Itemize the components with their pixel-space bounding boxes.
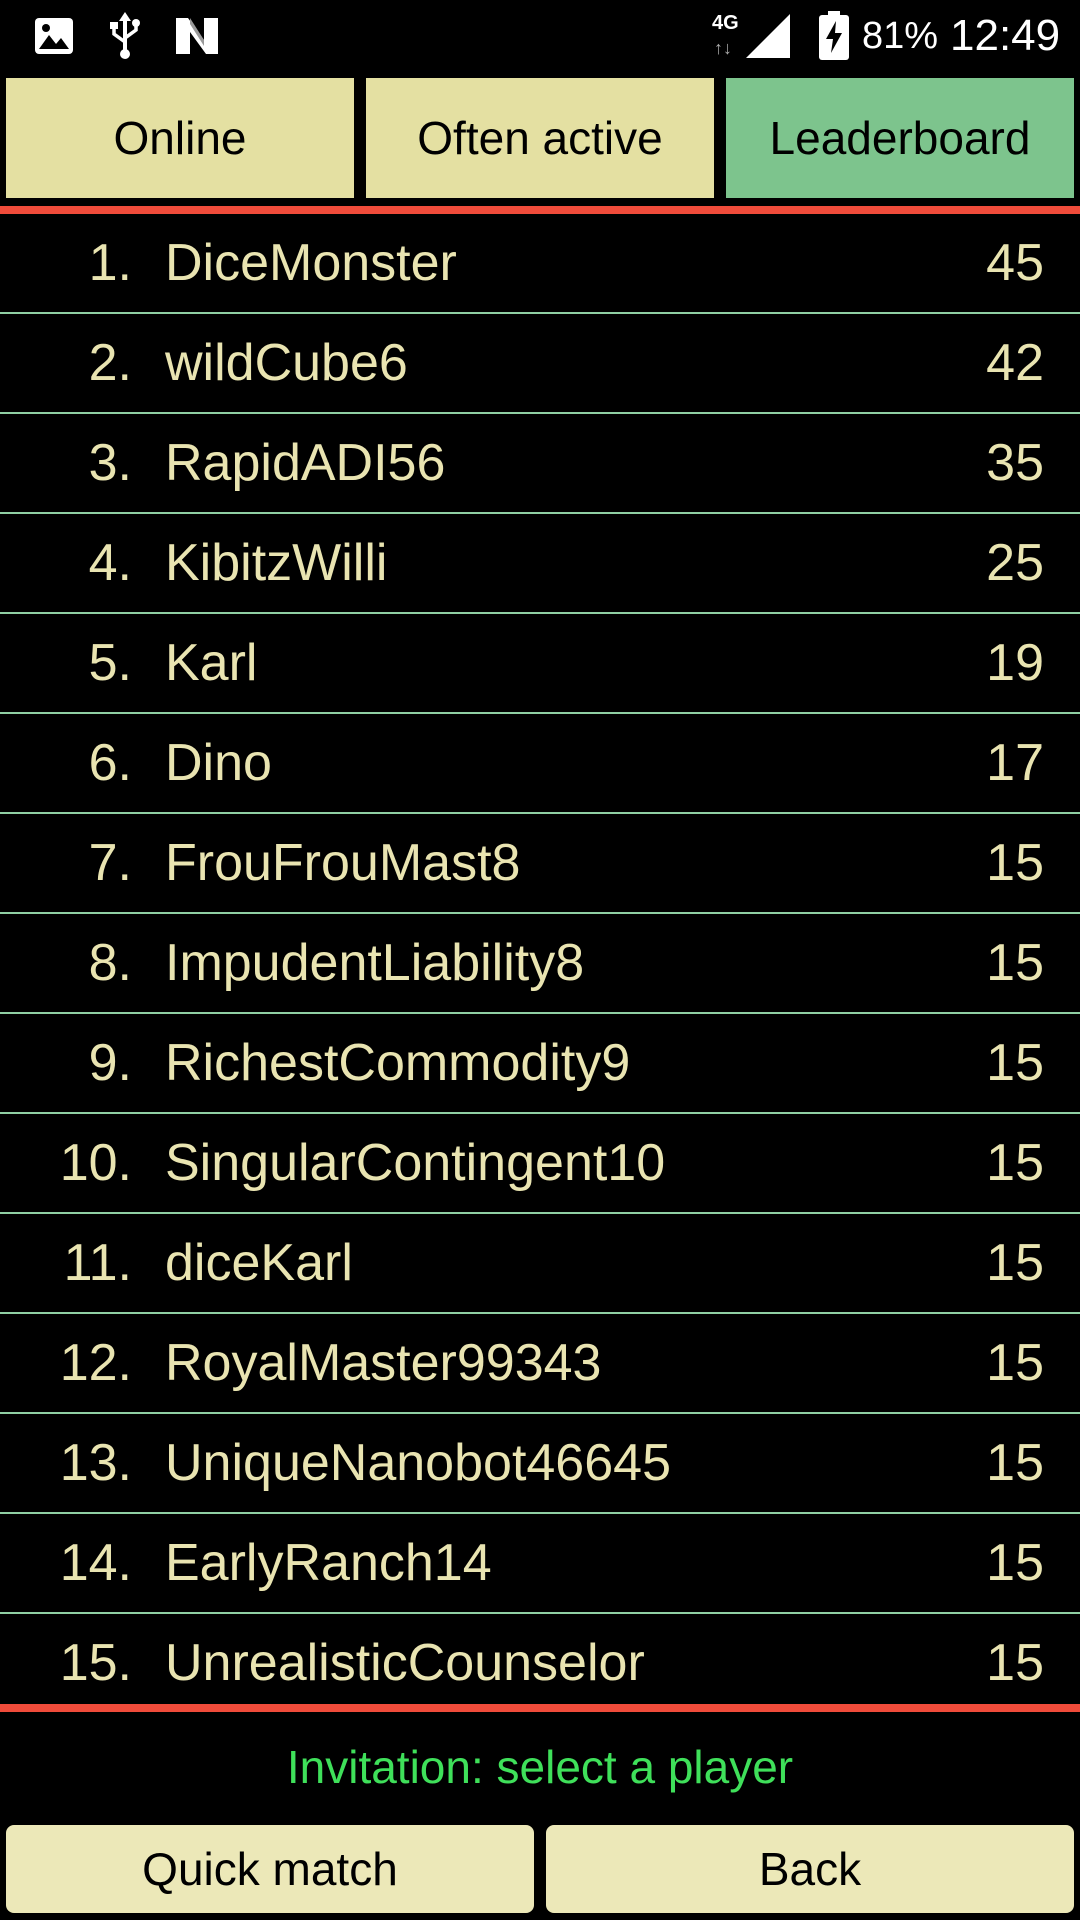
tab-leaderboard[interactable]: Leaderboard — [726, 78, 1074, 198]
table-row[interactable]: 3. RapidADI56 35 — [0, 414, 1080, 514]
score: 25 — [986, 534, 1044, 592]
battery-charging-icon — [818, 0, 850, 72]
rank: 11. — [63, 1234, 132, 1292]
rank: 10. — [59, 1134, 132, 1192]
usb-icon — [108, 0, 142, 72]
rank: 14. — [59, 1534, 132, 1592]
quick-match-button[interactable]: Quick match — [6, 1825, 534, 1913]
player-name: DiceMonster — [165, 234, 457, 292]
table-row[interactable]: 10. SingularContingent10 15 — [0, 1114, 1080, 1214]
score: 15 — [986, 834, 1044, 892]
score: 45 — [986, 234, 1044, 292]
rank: 1. — [88, 234, 132, 292]
score: 15 — [986, 1434, 1044, 1492]
invitation-text: Invitation: select a player — [286, 1741, 794, 1793]
score: 15 — [986, 934, 1044, 992]
rank: 7. — [88, 834, 132, 892]
player-name: UnrealisticCounselor — [165, 1634, 645, 1692]
table-row[interactable]: 1. DiceMonster 45 — [0, 214, 1080, 314]
tab-label: Online — [113, 112, 247, 164]
signal-icon — [746, 0, 790, 72]
player-name: wildCube6 — [165, 334, 408, 392]
table-row[interactable]: 9. RichestCommodity9 15 — [0, 1014, 1080, 1114]
image-icon — [34, 0, 74, 72]
score: 17 — [986, 734, 1044, 792]
tab-online[interactable]: Online — [6, 78, 354, 198]
score: 15 — [986, 1634, 1044, 1692]
tab-bar: Online Often active Leaderboard — [0, 78, 1080, 198]
score: 15 — [986, 1534, 1044, 1592]
top-divider — [0, 206, 1080, 214]
score: 15 — [986, 1134, 1044, 1192]
table-row[interactable]: 5. Karl 19 — [0, 614, 1080, 714]
button-label: Back — [758, 1843, 862, 1895]
clock: 12:49 — [950, 11, 1061, 60]
score: 35 — [986, 434, 1044, 492]
player-name: EarlyRanch14 — [165, 1534, 492, 1592]
rank: 13. — [59, 1434, 132, 1492]
table-row[interactable]: 6. Dino 17 — [0, 714, 1080, 814]
rank: 8. — [88, 934, 132, 992]
table-row[interactable]: 12. RoyalMaster99343 15 — [0, 1314, 1080, 1414]
score: 19 — [986, 634, 1044, 692]
player-name: UniqueNanobot46645 — [165, 1434, 671, 1492]
player-name: FrouFrouMast8 — [165, 834, 521, 892]
score: 15 — [986, 1334, 1044, 1392]
battery-percent: 81% — [862, 14, 939, 57]
player-name: RoyalMaster99343 — [165, 1334, 602, 1392]
rank: 4. — [88, 534, 132, 592]
status-bar: 4G ↑↓ 81% 12:49 — [0, 0, 1080, 72]
score: 42 — [986, 334, 1044, 392]
table-row[interactable]: 14. EarlyRanch14 15 — [0, 1514, 1080, 1614]
rank: 5. — [88, 634, 132, 692]
tab-label: Leaderboard — [769, 112, 1031, 164]
player-name: SingularContingent10 — [165, 1134, 666, 1192]
rank: 9. — [88, 1034, 132, 1092]
rank: 6. — [88, 734, 132, 792]
tab-label: Often active — [417, 112, 663, 164]
table-row[interactable]: 13. UniqueNanobot46645 15 — [0, 1414, 1080, 1514]
score: 15 — [986, 1234, 1044, 1292]
table-row[interactable]: 7. FrouFrouMast8 15 — [0, 814, 1080, 914]
player-name: RapidADI56 — [165, 434, 446, 492]
rank: 2. — [88, 334, 132, 392]
table-row[interactable]: 4. KibitzWilli 25 — [0, 514, 1080, 614]
table-row[interactable]: 8. ImpudentLiability8 15 — [0, 914, 1080, 1014]
rank: 12. — [59, 1334, 132, 1392]
leaderboard-list[interactable]: 1. DiceMonster 45 2. wildCube6 42 3. Rap… — [0, 214, 1080, 1704]
player-name: RichestCommodity9 — [165, 1034, 631, 1092]
player-name: KibitzWilli — [165, 534, 388, 592]
back-button[interactable]: Back — [546, 1825, 1074, 1913]
rank: 15. — [59, 1634, 132, 1692]
rank: 3. — [88, 434, 132, 492]
table-row[interactable]: 2. wildCube6 42 — [0, 314, 1080, 414]
score: 15 — [986, 1034, 1044, 1092]
bottom-divider — [0, 1704, 1080, 1712]
player-name: Dino — [165, 734, 272, 792]
button-label: Quick match — [142, 1843, 398, 1895]
table-row[interactable]: 11. diceKarl 15 — [0, 1214, 1080, 1314]
player-name: Karl — [165, 634, 258, 692]
player-name: ImpudentLiability8 — [165, 934, 585, 992]
player-name: diceKarl — [165, 1234, 353, 1292]
n-logo-icon — [174, 0, 220, 72]
network-type: 4G ↑↓ — [712, 12, 739, 58]
table-row[interactable]: 15. UnrealisticCounselor 15 — [0, 1614, 1080, 1704]
tab-often-active[interactable]: Often active — [366, 78, 714, 198]
